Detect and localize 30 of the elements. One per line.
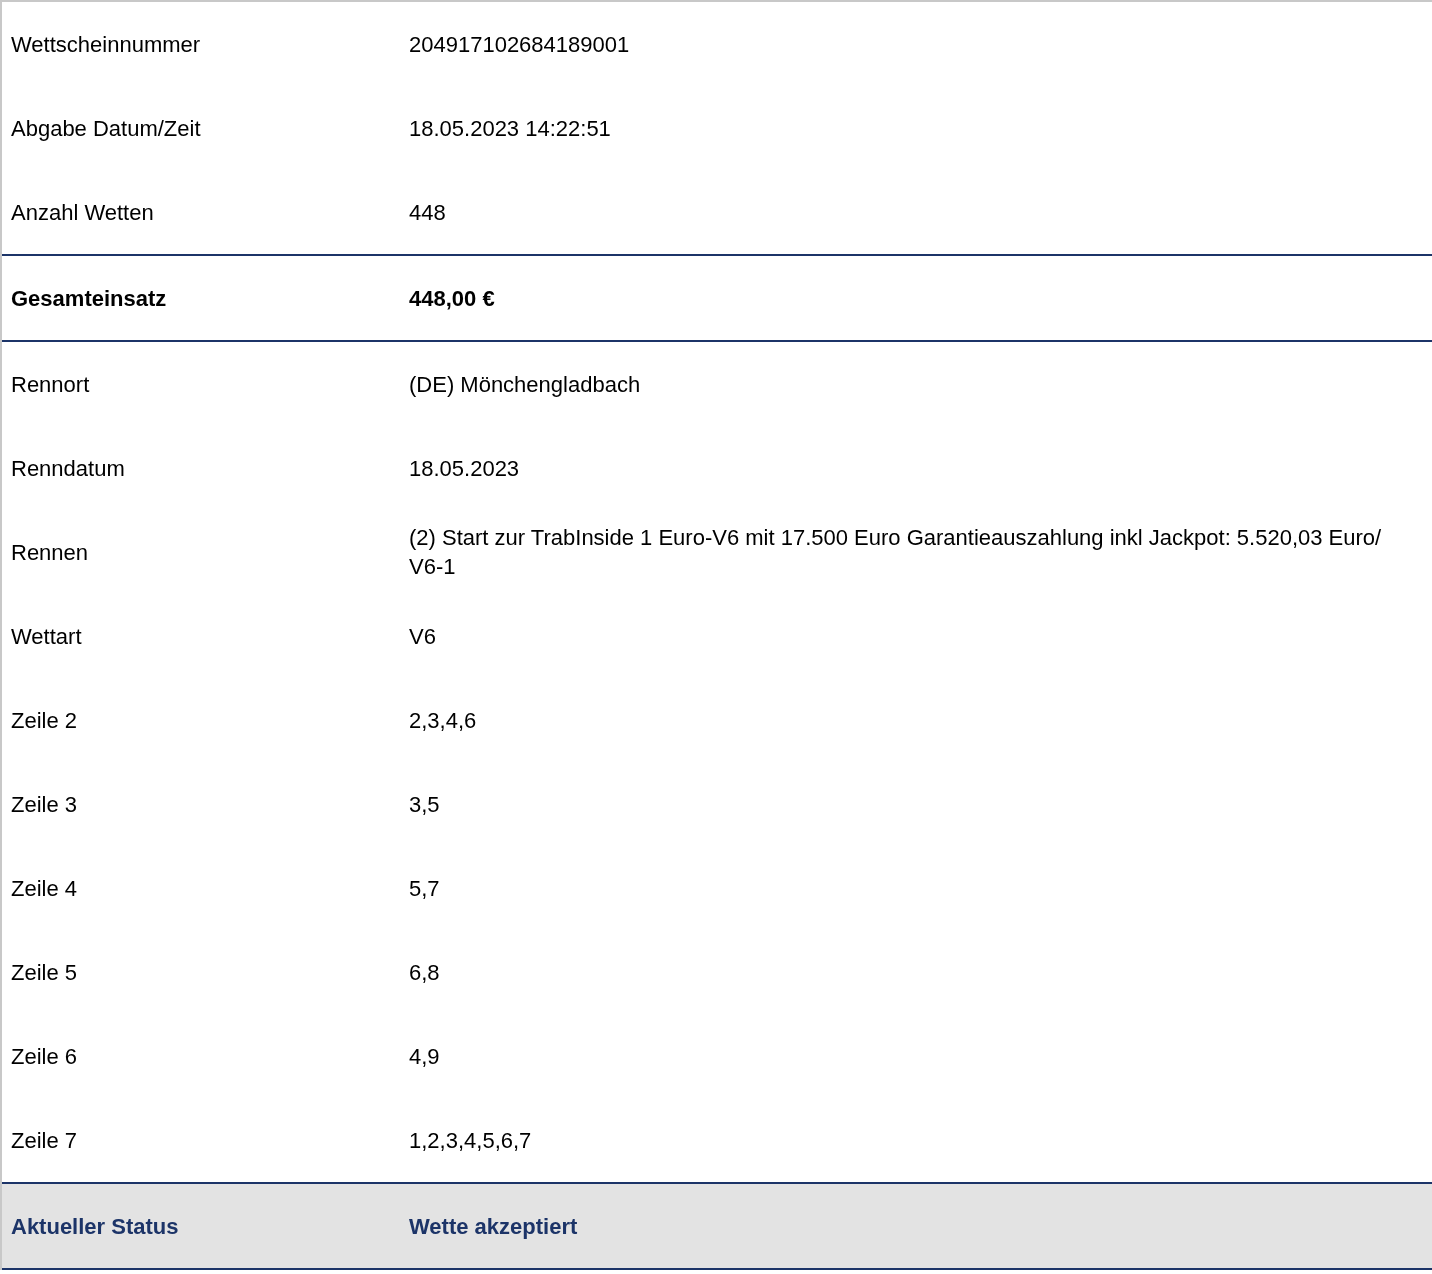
row-value: 1,2,3,4,5,6,7 bbox=[409, 1126, 533, 1155]
row-label: Wettscheinnummer bbox=[11, 30, 202, 59]
row-label: Zeile 2 bbox=[11, 706, 79, 735]
row-value: 204917102684189001 bbox=[409, 30, 631, 59]
row-value: V6 bbox=[409, 622, 437, 651]
row-label: Anzahl Wetten bbox=[11, 198, 155, 227]
row-label: Gesamteinsatz bbox=[11, 284, 168, 313]
row-label: Rennort bbox=[11, 370, 91, 399]
row-value: (DE) Mönchengladbach bbox=[409, 370, 642, 399]
row-value: 6,8 bbox=[409, 958, 441, 987]
row-label: Abgabe Datum/Zeit bbox=[11, 114, 202, 143]
row-label: Aktueller Status bbox=[11, 1212, 180, 1241]
row-label: Wettart bbox=[11, 622, 83, 651]
row-value: Wette akzeptiert bbox=[409, 1212, 579, 1241]
row-label: Zeile 7 bbox=[11, 1126, 79, 1155]
row-value: 5,7 bbox=[409, 874, 441, 903]
row-value: 18.05.2023 bbox=[409, 454, 521, 483]
row-value: 3,5 bbox=[409, 790, 441, 819]
row-label: Zeile 3 bbox=[11, 790, 79, 819]
row-value: 18.05.2023 14:22:51 bbox=[409, 114, 612, 143]
row-label: Rennen bbox=[11, 538, 90, 567]
row-value: 4,9 bbox=[409, 1042, 441, 1071]
row-value: 448,00 € bbox=[409, 284, 496, 313]
row-value: 2,3,4,6 bbox=[409, 706, 478, 735]
row-label: Zeile 5 bbox=[11, 958, 79, 987]
row-value: 448 bbox=[409, 198, 447, 227]
row-value: (2) Start zur TrabInside 1 Euro-V6 mit 17.500 Euro Garantieauszahlung inkl Jackpot: 5.520,03 Euro/ V6-1 bbox=[409, 524, 1383, 581]
row-label: Zeile 4 bbox=[11, 874, 79, 903]
row-label: Renndatum bbox=[11, 454, 126, 483]
row-label: Zeile 6 bbox=[11, 1042, 79, 1071]
